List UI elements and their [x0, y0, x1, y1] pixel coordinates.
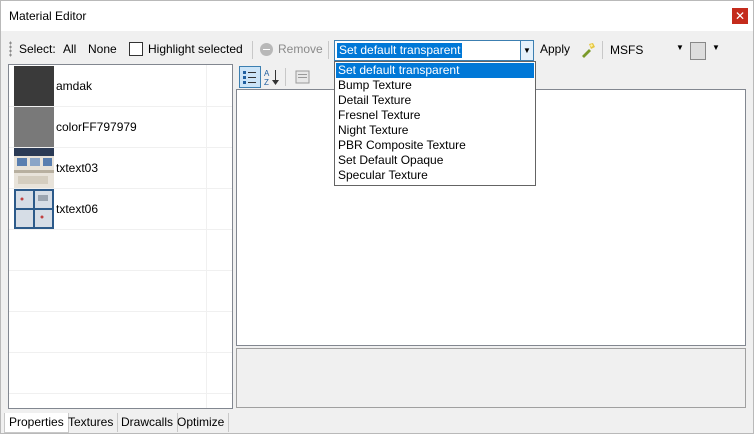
window-title: Material Editor — [9, 9, 87, 23]
property-pages-button[interactable] — [291, 66, 313, 88]
close-button[interactable]: ✕ — [732, 8, 748, 24]
highlight-selected-checkbox[interactable] — [129, 42, 143, 56]
material-list: amdak colorFF797979 txtext03 txtext06 — [8, 64, 233, 409]
dropdown-option[interactable]: Fresnel Texture — [336, 108, 534, 123]
chevron-down-icon[interactable]: ▼ — [712, 43, 720, 52]
toolbar-separator — [602, 41, 603, 59]
material-name: txtext03 — [56, 161, 99, 175]
material-name: colorFF797979 — [56, 120, 137, 134]
material-thumbnail — [14, 66, 54, 106]
chevron-down-icon: ▼ — [676, 43, 684, 52]
export-icon[interactable] — [690, 42, 706, 60]
select-none-button[interactable]: None — [88, 42, 117, 56]
toolbar-separator — [252, 41, 253, 59]
categorized-view-button[interactable] — [239, 66, 261, 88]
dropdown-option[interactable]: Night Texture — [336, 123, 534, 138]
empty-row-line — [9, 352, 232, 353]
remove-icon — [260, 43, 273, 56]
empty-row-line — [9, 270, 232, 271]
simulator-combo-value: MSFS — [610, 43, 644, 57]
tab-drawcalls[interactable]: Drawcalls — [117, 413, 179, 432]
select-label: Select: — [19, 42, 56, 56]
material-thumbnail — [14, 107, 54, 147]
highlight-selected-label[interactable]: Highlight selected — [148, 42, 243, 56]
tab-textures[interactable]: Textures — [64, 413, 119, 432]
dropdown-option[interactable]: Bump Texture — [336, 78, 534, 93]
empty-row-line — [9, 311, 232, 312]
svg-text:Z: Z — [264, 78, 269, 87]
material-row-colorFF797979[interactable]: colorFF797979 — [9, 106, 232, 148]
dropdown-option[interactable]: Set default transparent — [336, 63, 534, 78]
toolbar-grip[interactable] — [9, 41, 12, 57]
sort-az-icon: A Z — [264, 69, 279, 87]
simulator-combo[interactable]: MSFS ▼ — [606, 40, 686, 59]
apply-wand-icon[interactable] — [580, 42, 596, 58]
dropdown-option[interactable]: Detail Texture — [336, 93, 534, 108]
dropdown-option[interactable]: PBR Composite Texture — [336, 138, 534, 153]
tab-optimize[interactable]: Optimize — [173, 413, 230, 432]
toolbar-separator — [285, 68, 286, 86]
material-name: txtext06 — [56, 202, 99, 216]
texture-type-dropdown-list: Set default transparent Bump Texture Det… — [334, 61, 536, 186]
title-bar: Material Editor ✕ — [1, 1, 753, 31]
dropdown-option[interactable]: Specular Texture — [336, 168, 534, 183]
material-row-amdak[interactable]: amdak — [9, 65, 232, 107]
property-pages-icon — [295, 70, 310, 84]
chevron-down-icon[interactable]: ▼ — [520, 41, 533, 60]
tab-properties[interactable]: Properties — [4, 413, 69, 433]
material-name: amdak — [56, 79, 93, 93]
material-row-txtext03[interactable]: txtext03 — [9, 147, 232, 189]
material-row-txtext06[interactable]: txtext06 — [9, 188, 232, 230]
material-thumbnail — [14, 189, 54, 229]
empty-row-line — [9, 229, 232, 230]
toolbar-separator — [328, 41, 329, 59]
empty-row-line — [9, 393, 232, 394]
categorized-icon — [243, 71, 256, 84]
dropdown-option[interactable]: Set Default Opaque — [336, 153, 534, 168]
svg-text:A: A — [264, 69, 270, 78]
remove-button[interactable]: Remove — [278, 42, 323, 56]
texture-type-combo-value: Set default transparent — [337, 43, 463, 58]
select-all-button[interactable]: All — [63, 42, 76, 56]
property-description — [236, 348, 746, 408]
apply-button[interactable]: Apply — [540, 42, 570, 56]
material-thumbnail — [14, 148, 54, 188]
alphabetical-view-button[interactable]: A Z — [261, 66, 283, 88]
texture-type-combo[interactable]: Set default transparent ▼ — [334, 40, 534, 61]
